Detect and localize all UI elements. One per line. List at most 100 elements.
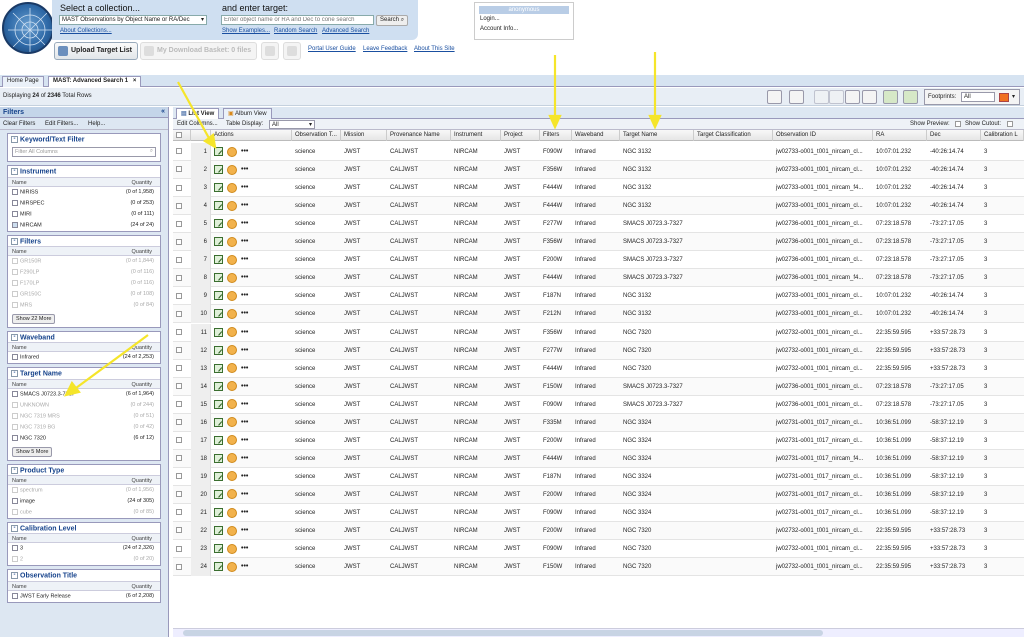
edit-filters-button[interactable]: Edit Filters... xyxy=(45,121,78,127)
portal-user-guide-link[interactable]: Portal User Guide xyxy=(308,46,356,52)
share-icon[interactable] xyxy=(903,90,918,104)
edit-icon[interactable] xyxy=(214,327,223,337)
preview-orb-icon[interactable] xyxy=(227,254,237,265)
edit-icon[interactable] xyxy=(214,273,223,283)
random-search-link[interactable]: Random Search xyxy=(274,28,317,34)
download-action-button[interactable] xyxy=(283,42,301,60)
leave-feedback-link[interactable]: Leave Feedback xyxy=(363,46,407,52)
checkbox[interactable] xyxy=(12,280,18,287)
checkbox[interactable] xyxy=(12,423,18,430)
table-row[interactable]: 9 ••• science JWST CALJWST NIRCAM JWST F187N Inf… xyxy=(173,287,1024,306)
edit-columns-button[interactable]: Edit Columns... xyxy=(177,121,218,127)
table-row[interactable]: 10 ••• science JWST CALJWST NIRCAM JWST F212N In… xyxy=(173,305,1024,324)
edit-icon[interactable] xyxy=(214,219,223,229)
more-actions-icon[interactable]: ••• xyxy=(241,143,248,161)
collapse-icon[interactable]: - xyxy=(11,466,18,474)
row-select[interactable] xyxy=(173,305,191,323)
row-select[interactable] xyxy=(173,342,191,360)
preview-orb-icon[interactable] xyxy=(227,363,237,374)
table-row[interactable]: 4 ••• science JWST CALJWST NIRCAM JWST F444W Inf… xyxy=(173,197,1024,216)
checkbox[interactable] xyxy=(12,269,18,276)
preview-orb-icon[interactable] xyxy=(227,435,237,446)
row-checkbox[interactable] xyxy=(176,166,182,173)
waveband-filter-title[interactable]: - Waveband xyxy=(8,332,160,343)
checkbox[interactable] xyxy=(12,291,18,298)
table-row[interactable]: 12 ••• science JWST CALJWST NIRCAM JWST F277W In… xyxy=(173,341,1024,360)
header-mission[interactable]: Mission xyxy=(341,130,387,141)
row-checkbox[interactable] xyxy=(176,563,182,570)
tab-album-view[interactable]: ▣ Album View xyxy=(223,108,272,119)
target-name-filter-title[interactable]: - Target Name xyxy=(8,368,160,379)
filters-filter-title[interactable]: - Filters xyxy=(8,235,160,247)
more-actions-icon[interactable]: ••• xyxy=(241,161,248,179)
more-actions-icon[interactable]: ••• xyxy=(241,486,248,504)
filter-row-cube[interactable]: cube (0 of 85) xyxy=(8,507,160,518)
edit-icon[interactable] xyxy=(214,255,223,265)
row-select[interactable] xyxy=(173,540,191,558)
edit-icon[interactable] xyxy=(214,489,223,499)
filter-row-spectrum[interactable]: spectrum (0 of 1,956) xyxy=(8,485,160,496)
table-row[interactable]: 3 ••• science JWST CALJWST NIRCAM JWST F444W Inf… xyxy=(173,179,1024,198)
table-row[interactable]: 24 ••• science JWST CALJWST NIRCAM JWST F150W In… xyxy=(173,558,1024,577)
more-actions-icon[interactable]: ••• xyxy=(241,432,248,450)
row-select[interactable] xyxy=(173,396,191,414)
edit-icon[interactable] xyxy=(214,381,223,391)
table-row[interactable]: 20 ••• science JWST CALJWST NIRCAM JWST F200W In… xyxy=(173,485,1024,504)
row-checkbox[interactable] xyxy=(176,292,182,299)
chart-icon[interactable] xyxy=(814,90,829,104)
preview-orb-icon[interactable] xyxy=(227,200,237,211)
edit-icon[interactable] xyxy=(214,471,223,481)
row-select[interactable] xyxy=(173,179,191,197)
collapse-icon[interactable]: - xyxy=(11,370,18,378)
table-row[interactable]: 11 ••• science JWST CALJWST NIRCAM JWST F356W In… xyxy=(173,323,1024,342)
table-row[interactable]: 18 ••• science JWST CALJWST NIRCAM JWST F444W In… xyxy=(173,449,1024,468)
preview-orb-icon[interactable] xyxy=(227,327,237,337)
filter-row-cal-2[interactable]: 2 (0 of 20) xyxy=(8,554,160,565)
row-checkbox[interactable] xyxy=(176,473,182,480)
collection-select[interactable]: MAST Observations by Object Name or RA/D… xyxy=(59,15,207,25)
checkbox[interactable] xyxy=(12,412,18,419)
edit-icon[interactable] xyxy=(214,417,223,427)
edit-icon[interactable] xyxy=(214,201,223,211)
row-select[interactable] xyxy=(173,504,191,522)
row-select[interactable] xyxy=(173,414,191,432)
preview-orb-icon[interactable] xyxy=(227,236,237,247)
row-select[interactable] xyxy=(173,197,191,215)
checkbox-checked[interactable] xyxy=(12,221,18,228)
more-actions-icon[interactable]: ••• xyxy=(241,215,248,233)
checkbox[interactable] xyxy=(12,354,18,361)
preview-orb-icon[interactable] xyxy=(227,507,237,518)
collapse-icon[interactable]: - xyxy=(11,237,18,245)
edit-icon[interactable] xyxy=(214,291,223,301)
checkbox[interactable] xyxy=(12,188,18,195)
filter-row-image[interactable]: image (24 of 305) xyxy=(8,496,160,507)
checkbox[interactable] xyxy=(12,487,18,494)
tab-advanced-search[interactable]: MAST: Advanced Search 1 × xyxy=(48,76,142,87)
chain-icon[interactable] xyxy=(767,90,782,104)
search-icon[interactable]: ⌕ xyxy=(150,148,153,155)
row-select[interactable] xyxy=(173,215,191,233)
filter-row-jwst-ero[interactable]: JWST Early Release (6 of 2,208) xyxy=(8,591,160,602)
table-row[interactable]: 23 ••• science JWST CALJWST NIRCAM JWST F090W In… xyxy=(173,540,1024,559)
row-checkbox[interactable] xyxy=(176,346,182,353)
preview-orb-icon[interactable] xyxy=(227,417,237,428)
preview-orb-icon[interactable] xyxy=(227,164,237,175)
table-row[interactable]: 7 ••• science JWST CALJWST NIRCAM JWST F200W Inf… xyxy=(173,251,1024,270)
filter-row-unknown[interactable]: UNKNOWN (0 of 244) xyxy=(8,400,160,411)
header-calibration-level[interactable]: Calibration L xyxy=(981,130,1024,141)
edit-icon[interactable] xyxy=(214,435,223,445)
advanced-search-link[interactable]: Advanced Search xyxy=(322,28,369,34)
table-row[interactable]: 1 ••• science JWST CALJWST NIRCAM JWST F090W Inf… xyxy=(173,143,1024,161)
header-provenance-name[interactable]: Provenance Name xyxy=(387,130,451,141)
row-select[interactable] xyxy=(173,486,191,504)
checkbox[interactable] xyxy=(12,401,18,408)
header-dec[interactable]: Dec xyxy=(927,130,981,141)
row-checkbox[interactable] xyxy=(176,455,182,462)
filter-row-ngc7320[interactable]: NGC 7320 (6 of 12) xyxy=(8,433,160,444)
search-button[interactable]: Search ⌕ xyxy=(376,15,409,26)
more-actions-icon[interactable]: ••• xyxy=(241,396,248,414)
tab-home-page[interactable]: Home Page xyxy=(2,76,44,87)
account-info-link[interactable]: Account Info... xyxy=(475,24,573,34)
more-actions-icon[interactable]: ••• xyxy=(241,468,248,486)
edit-icon[interactable] xyxy=(214,399,223,409)
